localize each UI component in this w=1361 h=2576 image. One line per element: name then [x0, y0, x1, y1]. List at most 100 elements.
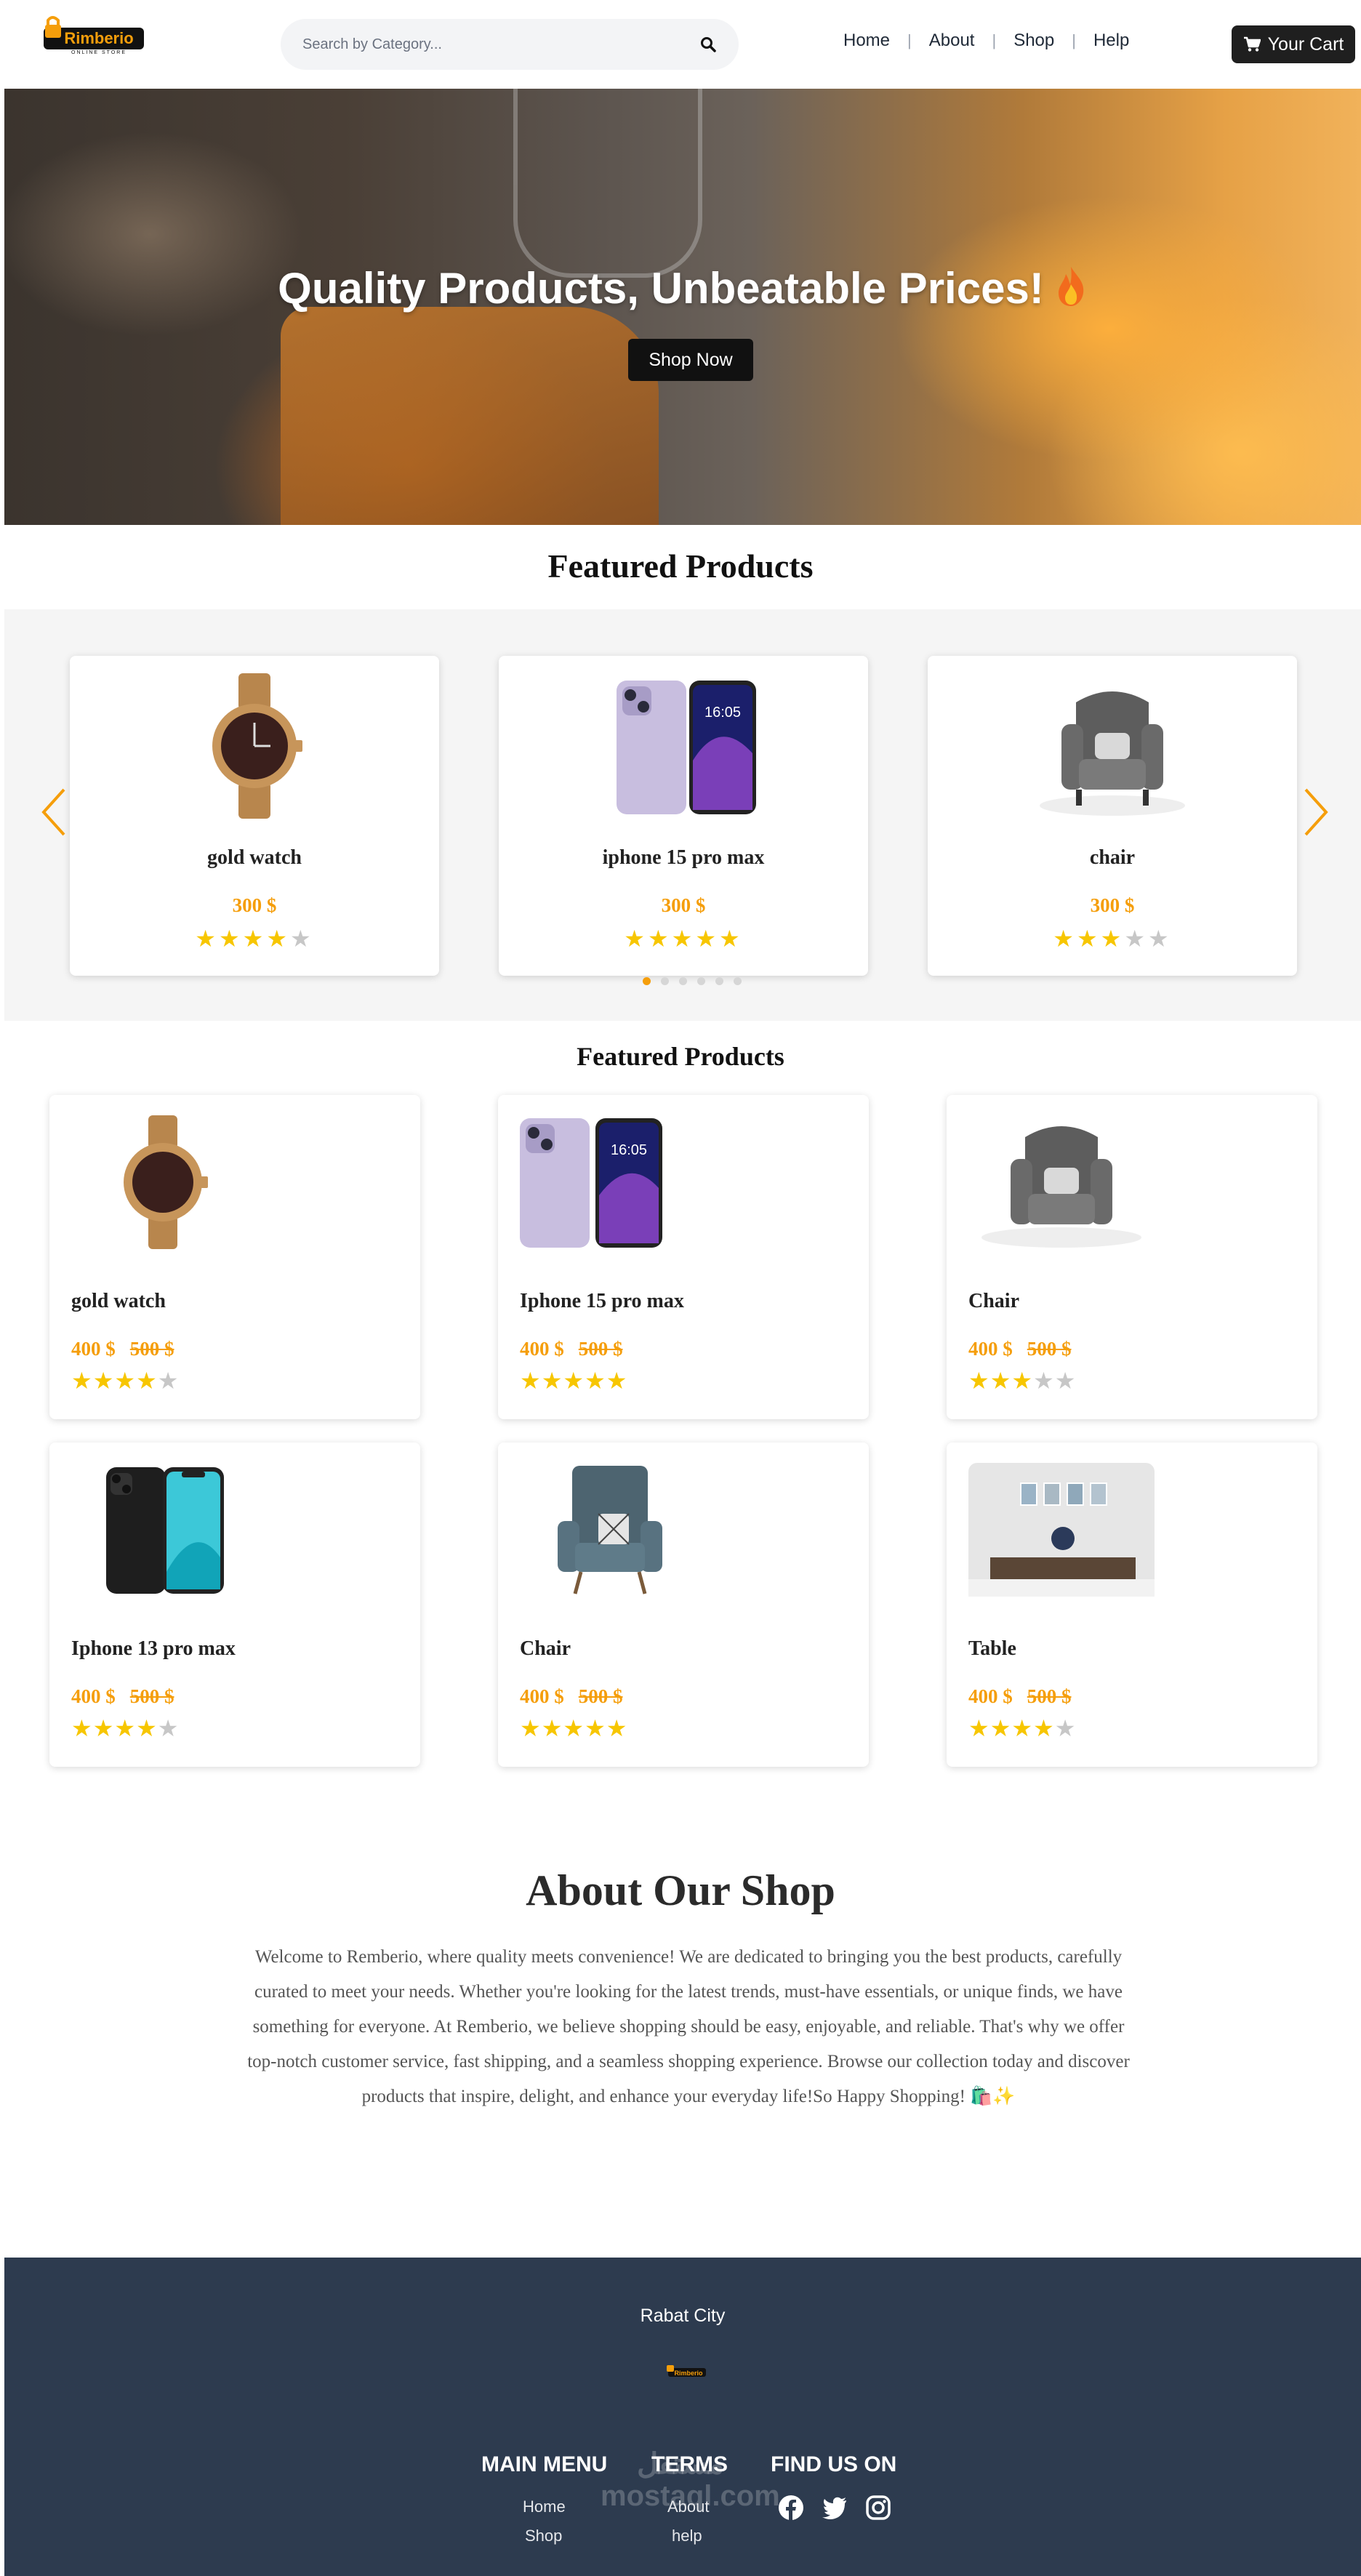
footer-link-help[interactable]: help — [672, 2527, 702, 2545]
slider-dot[interactable] — [679, 977, 687, 985]
product-card[interactable]: Table 400 $500 $ ★★★★★ — [947, 1443, 1317, 1767]
old-price: 500 $ — [1027, 1685, 1072, 1707]
chevron-right-icon[interactable] — [1301, 787, 1330, 838]
nav-help[interactable]: Help — [1076, 31, 1147, 51]
search-input[interactable] — [302, 36, 699, 53]
about-title: About Our Shop — [526, 1866, 835, 1914]
svg-text:16:05: 16:05 — [704, 705, 741, 721]
slide-product-price: 300 $ — [232, 894, 277, 916]
product-price: 400 $ 500 $ — [520, 1685, 623, 1708]
chevron-left-icon[interactable] — [39, 787, 68, 838]
footer-link-shop[interactable]: Shop — [525, 2527, 562, 2545]
slider-dot[interactable] — [697, 977, 705, 985]
rating-stars: ★★★★★ — [968, 1714, 1076, 1742]
site-header: Rimberio ONLINE STORE Home | About | Sho… — [4, 0, 1361, 89]
old-price: 500 $ — [1027, 1338, 1072, 1360]
star-filled-icon: ★ — [1011, 1715, 1034, 1741]
star-filled-icon: ★ — [520, 1715, 542, 1741]
product-price: 400 $ 500 $ — [968, 1338, 1072, 1360]
old-price: 500 $ — [129, 1338, 174, 1360]
slide-product-price: 300 $ — [1090, 894, 1135, 916]
star-filled-icon: ★ — [563, 1715, 585, 1741]
facebook-icon[interactable] — [778, 2495, 804, 2521]
slide-card[interactable]: chair 300 $ ★★★★★ — [928, 656, 1297, 976]
cart-button[interactable]: Your Cart — [1232, 25, 1355, 63]
star-filled-icon: ★ — [195, 926, 219, 952]
star-filled-icon: ★ — [585, 1715, 606, 1741]
star-filled-icon: ★ — [968, 1368, 990, 1394]
star-filled-icon: ★ — [114, 1715, 137, 1741]
old-price: 500 $ — [129, 1685, 174, 1707]
about-text: Welcome to Remberio, where quality meets… — [247, 1947, 1130, 2106]
product-price: 400 $ 500 $ — [71, 1685, 174, 1708]
slider-dot[interactable] — [715, 977, 723, 985]
terms-title: TERMS — [651, 2452, 728, 2476]
rating-stars: ★★★★★ — [71, 1367, 179, 1395]
hero-banner: Quality Products, Unbeatable Prices! Sho… — [4, 89, 1361, 525]
product-price: 400 $ 500 $ — [968, 1685, 1072, 1708]
search-icon[interactable] — [699, 36, 717, 53]
star-filled-icon: ★ — [92, 1715, 115, 1741]
star-filled-icon: ★ — [719, 926, 743, 952]
footer-logo[interactable]: Rimberio — [667, 2364, 707, 2378]
rating-stars: ★★★★★ — [70, 925, 439, 952]
shop-now-button[interactable]: Shop Now — [628, 339, 753, 381]
star-filled-icon: ★ — [1076, 926, 1101, 952]
product-name: gold watch — [71, 1290, 166, 1312]
hero-shirt-graphic — [281, 307, 659, 525]
star-empty-icon: ★ — [157, 1368, 180, 1394]
product-card[interactable]: 16:05 Iphone 15 pro max 400 $500 $ ★★★★★ — [498, 1095, 869, 1419]
slider-dot[interactable] — [734, 977, 742, 985]
fire-icon — [1058, 267, 1084, 306]
gold-watch-image — [212, 673, 302, 819]
product-name: Table — [968, 1637, 1016, 1660]
slider-dot[interactable] — [643, 977, 651, 985]
star-filled-icon: ★ — [563, 1368, 585, 1394]
svg-text:16:05: 16:05 — [611, 1142, 647, 1158]
rating-stars: ★★★★★ — [520, 1367, 627, 1395]
current-price: 400 $ — [520, 1685, 564, 1707]
product-name: Iphone 13 pro max — [71, 1637, 236, 1660]
gray-chair-image — [1040, 691, 1185, 816]
old-price: 500 $ — [578, 1685, 623, 1707]
slide-product-name: iphone 15 pro max — [602, 846, 765, 869]
nav-shop[interactable]: Shop — [996, 31, 1072, 51]
blue-chair-image — [558, 1466, 662, 1594]
footer-link-about[interactable]: About — [667, 2497, 710, 2516]
site-footer: Rabat City Rimberio مستقل mostaql.com MA… — [4, 2258, 1361, 2576]
product-card[interactable]: Iphone 13 pro max 400 $500 $ ★★★★★ — [49, 1443, 420, 1767]
instagram-icon[interactable] — [865, 2495, 891, 2521]
footer-link-home[interactable]: Home — [523, 2497, 566, 2516]
star-empty-icon: ★ — [1148, 926, 1172, 952]
product-name: Chair — [968, 1290, 1019, 1312]
star-filled-icon: ★ — [1011, 1368, 1034, 1394]
find-us-title: FIND US ON — [771, 2452, 897, 2476]
rimberio-logo[interactable]: Rimberio ONLINE STORE — [41, 15, 147, 55]
star-filled-icon: ★ — [989, 1368, 1012, 1394]
twitter-icon[interactable] — [822, 2495, 848, 2521]
slide-product-name: chair — [1089, 846, 1136, 869]
star-filled-icon: ★ — [266, 926, 291, 952]
featured-slider: gold watch 300 $ ★★★★★ 16:05 iphone 15 p… — [4, 609, 1361, 1021]
star-empty-icon: ★ — [290, 926, 314, 952]
hero-title: Quality Products, Unbeatable Prices! — [4, 263, 1361, 313]
star-filled-icon: ★ — [695, 926, 720, 952]
products-title: Featured Products — [577, 1042, 784, 1071]
featured-title: Featured Products — [547, 547, 814, 585]
nav-about[interactable]: About — [912, 31, 992, 51]
slider-dot[interactable] — [661, 977, 669, 985]
iphone-15-image: 16:05 — [617, 681, 756, 814]
star-empty-icon: ★ — [157, 1715, 180, 1741]
product-card[interactable]: Chair 400 $500 $ ★★★★★ — [498, 1443, 869, 1767]
svg-text:Rimberio: Rimberio — [64, 29, 133, 47]
product-card[interactable]: Chair 400 $500 $ ★★★★★ — [947, 1095, 1317, 1419]
nav-home[interactable]: Home — [826, 31, 907, 51]
product-name: Iphone 15 pro max — [520, 1290, 684, 1312]
star-filled-icon: ★ — [585, 1368, 606, 1394]
product-card[interactable]: gold watch 400 $500 $ ★★★★★ — [49, 1095, 420, 1419]
slide-card[interactable]: 16:05 iphone 15 pro max 300 $ ★★★★★ — [499, 656, 868, 976]
rating-stars: ★★★★★ — [928, 925, 1297, 952]
star-filled-icon: ★ — [606, 1715, 628, 1741]
star-filled-icon: ★ — [541, 1715, 563, 1741]
slide-card[interactable]: gold watch 300 $ ★★★★★ — [70, 656, 439, 976]
